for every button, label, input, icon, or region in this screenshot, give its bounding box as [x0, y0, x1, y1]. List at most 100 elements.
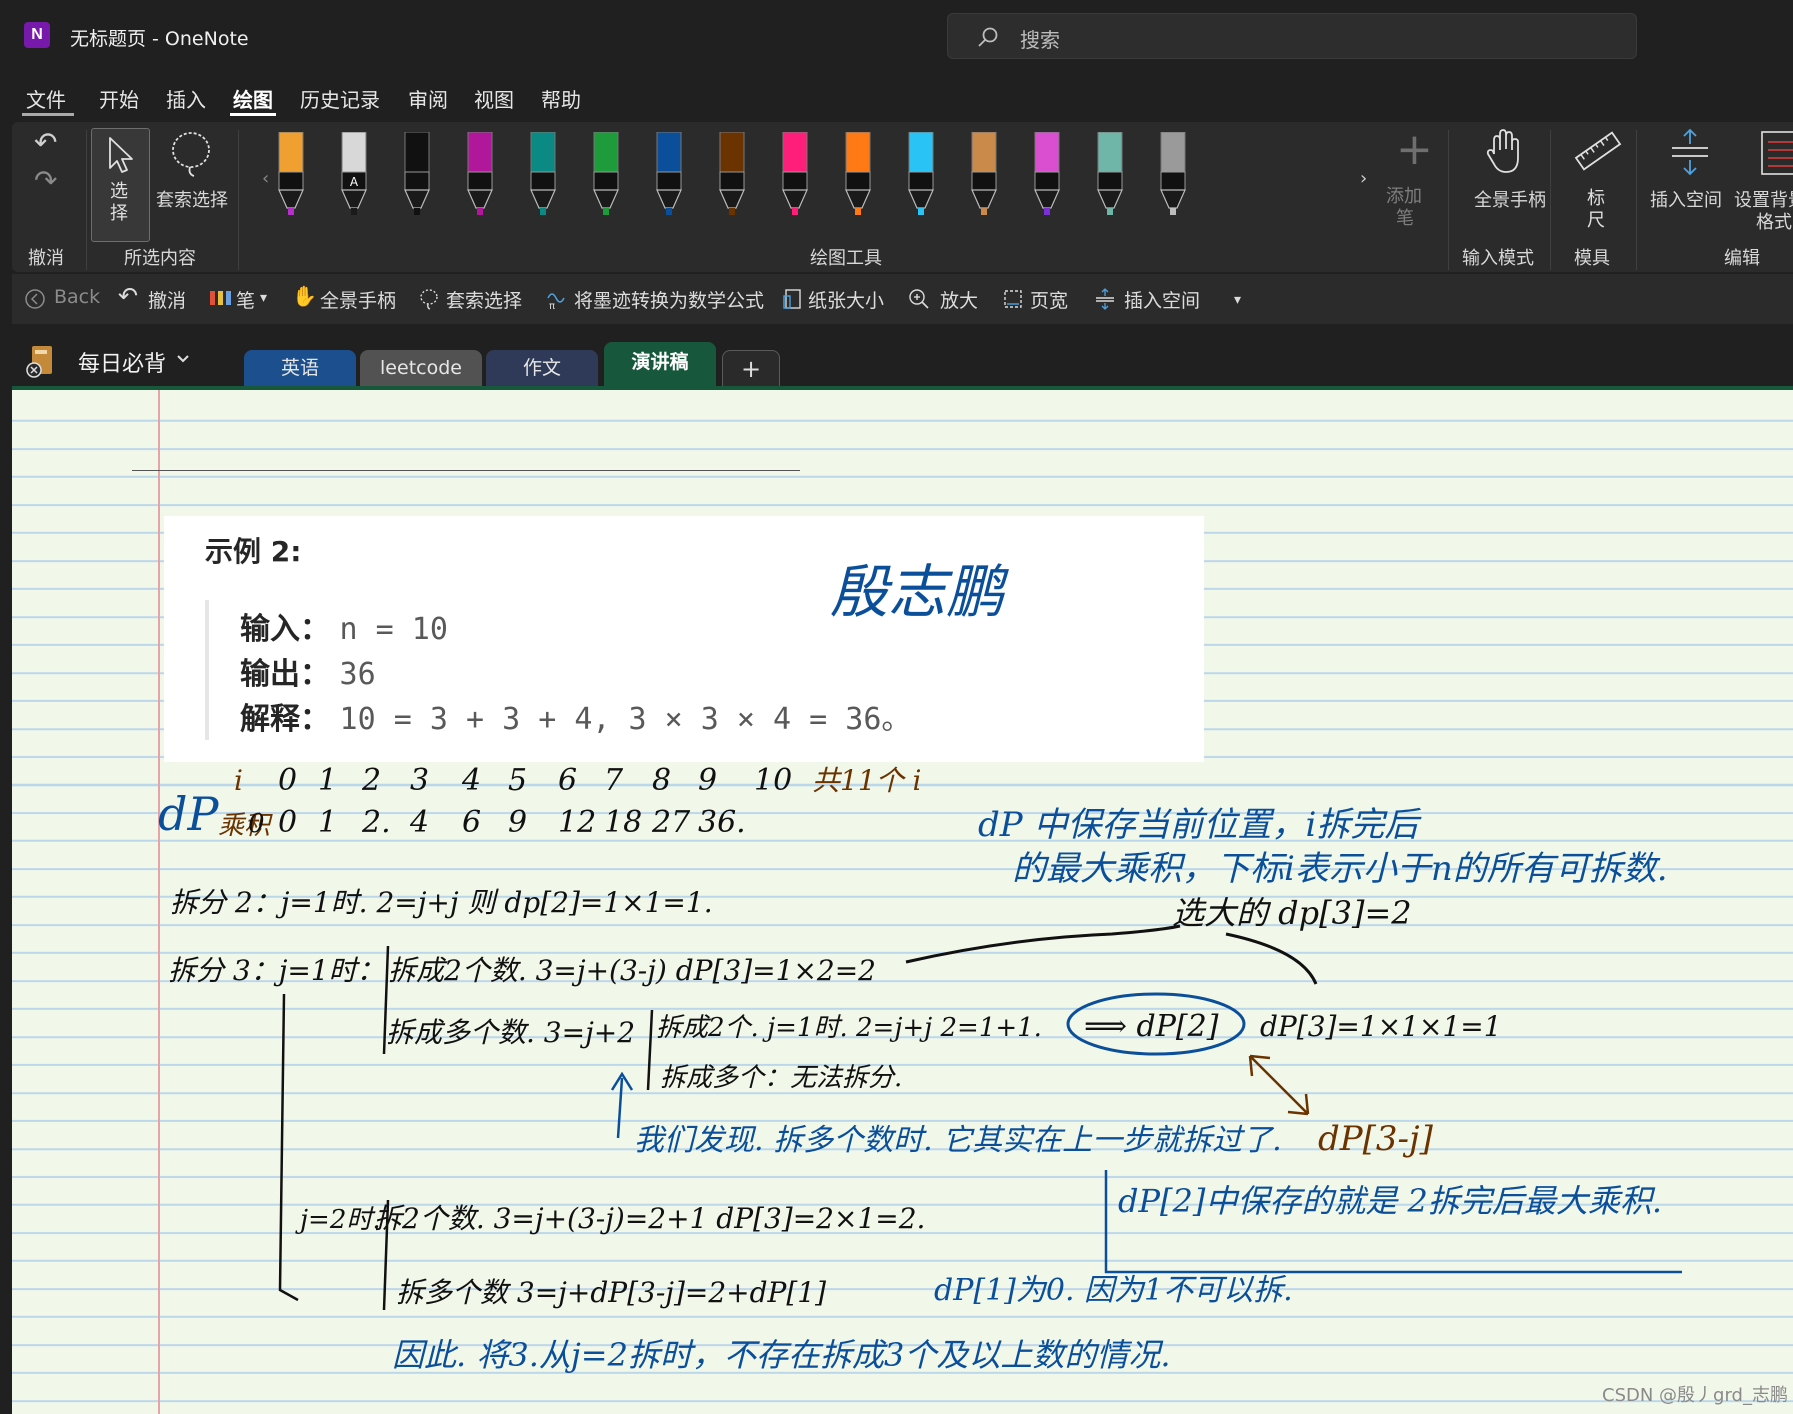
pen-15-icon[interactable]: [1158, 132, 1188, 216]
qa-page-width[interactable]: 页宽: [1030, 286, 1068, 313]
ink-index-9[interactable]: 9: [698, 763, 717, 798]
ink-product-8[interactable]: 27: [651, 805, 691, 840]
ink-product-label-value[interactable]: 0: [248, 809, 265, 839]
ink-product-1[interactable]: 1: [318, 805, 337, 840]
qa-insert-space-icon[interactable]: [1094, 288, 1116, 310]
qa-back[interactable]: Back: [54, 286, 100, 308]
ink-note-dp-line2[interactable]: 的最大乘积，下标i表示小于n的所有可拆数.: [1012, 849, 1668, 889]
add-section-button[interactable]: +: [722, 350, 780, 388]
qa-zoom-in[interactable]: 放大: [940, 286, 978, 313]
ink-product-2[interactable]: 2.: [361, 805, 391, 840]
section-tab-speech[interactable]: 演讲稿: [604, 342, 716, 388]
pen-8-icon[interactable]: [717, 132, 747, 216]
qa-pens[interactable]: 笔: [236, 286, 255, 313]
ink-index-10[interactable]: 10: [754, 763, 792, 798]
ink-j2-two[interactable]: 拆2个数. 3=j+(3-j)=2+1 dP[3]=2×1=2.: [374, 1202, 925, 1235]
pen-4-icon[interactable]: [465, 132, 495, 216]
ink-split-3-two[interactable]: 拆成2个数. 3=j+(3-j) dP[3]=1×2=2: [388, 954, 876, 987]
ruler-button[interactable]: 标 尺: [1562, 128, 1632, 238]
ink-signature[interactable]: 殷志鹏: [830, 558, 1009, 626]
ink-double-arrow[interactable]: [1248, 1054, 1310, 1116]
ink-product-6[interactable]: 12: [558, 805, 596, 840]
handwritten-ink-layer[interactable]: 殷志鹏 i 0 1 2 3 4 5 6 7 8 9 10 共11个 i dP 乘积 0 1 2. 4 6 9 1…: [12, 390, 1793, 1414]
pen-11-icon[interactable]: [906, 132, 936, 216]
menu-draw[interactable]: 绘图: [233, 84, 273, 113]
qa-undo[interactable]: 撤消: [148, 286, 186, 313]
ink-split-3-many-two[interactable]: 拆成2个. j=1时. 2=j+j 2=1+1.: [656, 1013, 1042, 1043]
qa-lasso[interactable]: 套索选择: [446, 286, 522, 313]
notebook-name[interactable]: 每日必背: [78, 346, 166, 378]
ink-product-7[interactable]: 18: [604, 805, 642, 840]
ink-conclusion[interactable]: 因此. 将3.从j=2拆时，不存在拆成3个及以上数的情况.: [392, 1336, 1171, 1374]
chevron-down-icon[interactable]: ▾: [260, 290, 267, 306]
menu-home[interactable]: 开始: [99, 84, 139, 113]
ink-note-found[interactable]: 我们发现. 拆多个数时. 它其实在上一步就拆过了.: [634, 1123, 1282, 1158]
ink-product-0[interactable]: 0: [278, 805, 297, 840]
ink-choose-connector[interactable]: [905, 924, 1318, 985]
ink-dp3-many[interactable]: dP[3]=1×1×1=1: [1260, 1010, 1502, 1043]
notebook-icon[interactable]: [26, 344, 54, 378]
ink-dp2-circled[interactable]: ⟹ dP[2]: [1084, 1009, 1219, 1044]
qa-lasso-icon[interactable]: [418, 288, 440, 310]
pen-10-icon[interactable]: [843, 132, 873, 216]
insert-space-button[interactable]: 插入空间: [1648, 128, 1730, 228]
background-format-button[interactable]: 设置背景 格式: [1734, 128, 1793, 238]
ink-product-4[interactable]: 6: [462, 805, 481, 840]
pens-icon[interactable]: [208, 288, 234, 310]
menu-file[interactable]: 文件: [26, 84, 66, 113]
select-tool-button[interactable]: 选 择: [91, 128, 150, 242]
ink-split-3-head[interactable]: 拆分 3：j=1时：: [168, 954, 385, 987]
back-arrow-icon[interactable]: [24, 288, 46, 310]
lasso-select-button[interactable]: 套索选择: [154, 128, 230, 228]
page-width-icon[interactable]: [1002, 288, 1024, 310]
ink-brackets[interactable]: [278, 945, 654, 1302]
ink-index-1[interactable]: 1: [318, 763, 337, 798]
qa-paper-size[interactable]: 纸张大小: [808, 286, 884, 313]
section-tab-essay[interactable]: 作文: [486, 350, 598, 388]
pen-7-icon[interactable]: [654, 132, 684, 216]
ink-index-5[interactable]: 5: [508, 763, 527, 798]
qa-undo-icon[interactable]: ↶: [118, 282, 138, 310]
menu-review[interactable]: 审阅: [408, 84, 448, 113]
qa-ink-to-math[interactable]: 将墨迹转换为数学公式: [574, 286, 764, 313]
ink-note-dp-line1[interactable]: dP 中保存当前位置，i拆完后: [978, 805, 1422, 845]
ink-split-2[interactable]: 拆分 2：j=1时. 2=j+j 则 dp[2]=1×1=1.: [170, 886, 713, 919]
pen-14-icon[interactable]: [1095, 132, 1125, 216]
ink-index-3[interactable]: 3: [410, 763, 429, 798]
ink-product-9[interactable]: 36.: [698, 805, 746, 840]
ink-note-found-dp[interactable]: dP[3-j]: [1318, 1119, 1434, 1159]
ink-choose-larger[interactable]: 选大的 dp[3]=2: [1172, 894, 1412, 932]
ink-note-dp1[interactable]: dP[1]为0. 因为1不可以拆.: [934, 1273, 1293, 1308]
qa-full-pan[interactable]: 全景手柄: [320, 286, 396, 313]
ink-note-dp2-meaning[interactable]: dP[2]中保存的就是 2拆完后最大乘积.: [1118, 1182, 1662, 1220]
menu-view[interactable]: 视图: [474, 84, 514, 113]
ink-split-3-many[interactable]: 拆成多个数. 3=j+2: [386, 1016, 635, 1049]
menu-help[interactable]: 帮助: [541, 84, 581, 113]
ink-i-label[interactable]: i: [234, 764, 243, 797]
ink-product-5[interactable]: 9: [508, 805, 527, 840]
ink-index-8[interactable]: 8: [652, 763, 671, 798]
ink-split-3-many-many[interactable]: 拆成多个：无法拆分.: [660, 1063, 902, 1093]
pen-5-icon[interactable]: [528, 132, 558, 216]
ink-j2-many[interactable]: 拆多个数 3=j+dP[3-j]=2+dP[1]: [396, 1276, 826, 1309]
notebook-chevron-down-icon[interactable]: [176, 354, 190, 364]
undo-icon[interactable]: ↶: [34, 126, 57, 159]
pen-13-icon[interactable]: [1032, 132, 1062, 216]
pen-9-icon[interactable]: [780, 132, 810, 216]
menu-history[interactable]: 历史记录: [300, 84, 380, 113]
ink-to-math-icon[interactable]: π: [546, 288, 568, 310]
pen-2-icon[interactable]: A: [339, 132, 369, 216]
ink-index-6[interactable]: 6: [558, 763, 577, 798]
add-pen-button[interactable]: + 添加 笔: [1382, 124, 1440, 236]
section-tab-english[interactable]: 英语: [244, 350, 356, 388]
ink-product-label[interactable]: 乘积: [218, 811, 273, 841]
pen-3-icon[interactable]: [402, 132, 432, 216]
pen-6-icon[interactable]: [591, 132, 621, 216]
paper-size-icon[interactable]: [782, 288, 804, 310]
pen-1-icon[interactable]: [276, 132, 306, 216]
qa-hand-icon[interactable]: ✋: [292, 284, 317, 308]
zoom-in-icon[interactable]: [908, 288, 930, 310]
full-pan-button[interactable]: 全景手柄: [1460, 128, 1550, 228]
ink-index-7[interactable]: 7: [604, 763, 624, 798]
note-page[interactable]: 示例 2: 输入： n = 10 输出： 36 解释： 10 = 3 + 3 +…: [12, 390, 1793, 1414]
